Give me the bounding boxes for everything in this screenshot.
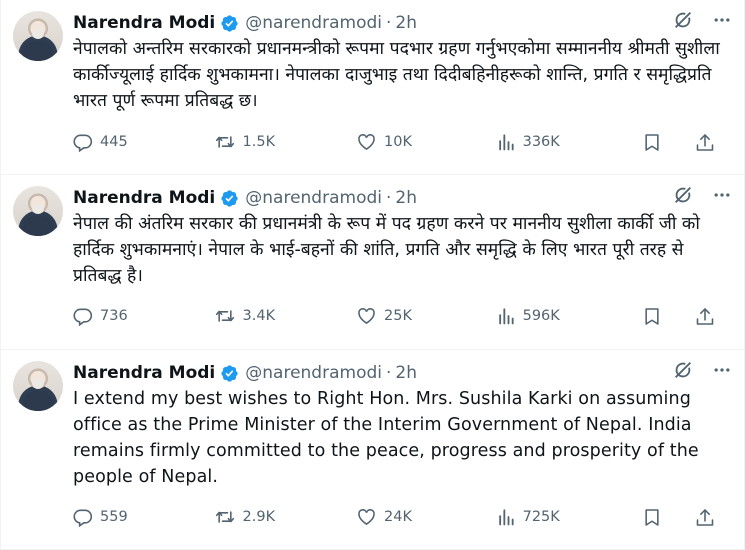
share-icon <box>696 307 714 325</box>
tweet-actions: 445 1.5K 10K 336K <box>73 130 722 154</box>
bookmark-button[interactable] <box>642 132 669 153</box>
more-icon[interactable] <box>712 10 732 30</box>
more-icon[interactable] <box>712 185 732 205</box>
bookmark-icon <box>645 133 659 151</box>
reply-button[interactable]: 445 <box>73 132 214 152</box>
repost-count: 3.4K <box>242 308 276 324</box>
repost-button[interactable]: 2.9K <box>214 507 357 527</box>
like-count: 25K <box>384 308 413 324</box>
view-count: 336K <box>522 134 560 150</box>
author-handle[interactable]: @narendramodi <box>245 363 382 383</box>
timestamp[interactable]: 2h <box>395 188 417 208</box>
verified-badge-icon <box>220 14 239 33</box>
bookmark-button[interactable] <box>642 306 669 327</box>
timestamp[interactable]: 2h <box>395 363 417 383</box>
view-count: 725K <box>522 509 560 525</box>
separator-dot: · <box>385 188 392 208</box>
tweet[interactable]: Narendra Modi @narendramodi · 2h नेपालको… <box>1 0 744 175</box>
repost-icon <box>215 310 234 322</box>
tweet-text: I extend my best wishes to Right Hon. Mr… <box>73 389 705 487</box>
tweet-actions: 736 3.4K 25K 596K <box>73 304 722 328</box>
author-handle[interactable]: @narendramodi <box>245 13 382 33</box>
reply-icon <box>73 509 93 527</box>
separator-dot: · <box>385 363 392 383</box>
bookmark-icon <box>645 508 659 526</box>
author-name[interactable]: Narendra Modi <box>73 188 215 208</box>
view-count: 596K <box>522 308 560 324</box>
tweet[interactable]: Narendra Modi @narendramodi · 2h नेपाल क… <box>1 175 744 350</box>
more-icon[interactable] <box>712 360 732 380</box>
repost-icon <box>215 511 234 523</box>
share-icon <box>696 508 714 526</box>
author-name[interactable]: Narendra Modi <box>73 363 215 383</box>
like-icon <box>358 308 375 325</box>
views-icon <box>498 134 514 151</box>
share-button[interactable] <box>695 306 722 327</box>
tweet-actions: 559 2.9K 24K 725K <box>73 505 722 529</box>
share-button[interactable] <box>695 132 722 153</box>
repost-button[interactable]: 1.5K <box>214 132 357 152</box>
views-icon <box>498 308 514 325</box>
separator-dot: · <box>385 13 392 33</box>
timeline: Narendra Modi @narendramodi · 2h नेपालको… <box>0 0 745 550</box>
like-icon <box>358 509 375 526</box>
bookmark-button[interactable] <box>642 507 669 528</box>
like-icon <box>358 134 375 151</box>
reply-icon <box>73 134 93 152</box>
reply-button[interactable]: 736 <box>73 306 214 326</box>
views-button[interactable]: 596K <box>496 306 642 326</box>
repost-button[interactable]: 3.4K <box>214 306 357 326</box>
like-count: 24K <box>384 509 413 525</box>
avatar[interactable] <box>13 186 63 236</box>
share-icon <box>696 133 714 151</box>
tweet[interactable]: Narendra Modi @narendramodi · 2h I exten… <box>1 350 744 550</box>
like-button[interactable]: 24K <box>356 507 496 527</box>
repost-count: 2.9K <box>242 509 276 525</box>
views-button[interactable]: 336K <box>496 132 642 152</box>
author-name[interactable]: Narendra Modi <box>73 13 215 33</box>
grok-icon[interactable] <box>672 359 694 381</box>
tweet-header: Narendra Modi @narendramodi · 2h <box>73 186 732 210</box>
views-icon <box>498 509 514 526</box>
reply-count: 736 <box>100 308 128 324</box>
reply-icon <box>73 308 93 326</box>
like-button[interactable]: 10K <box>356 132 496 152</box>
tweet-header: Narendra Modi @narendramodi · 2h <box>73 11 732 35</box>
reply-button[interactable]: 559 <box>73 507 214 527</box>
tweet-text: नेपाल की अंतरिम सरकार की प्रधानमंत्री के… <box>73 214 706 286</box>
like-button[interactable]: 25K <box>356 306 496 326</box>
grok-icon[interactable] <box>672 9 694 31</box>
avatar[interactable] <box>13 361 63 411</box>
tweet-text: नेपालको अन्तरिम सरकारको प्रधानमन्त्रीको … <box>73 39 726 111</box>
verified-badge-icon <box>220 364 239 383</box>
verified-badge-icon <box>220 189 239 208</box>
reply-count: 445 <box>100 134 128 150</box>
author-handle[interactable]: @narendramodi <box>245 188 382 208</box>
share-button[interactable] <box>695 507 722 528</box>
reply-count: 559 <box>100 509 128 525</box>
views-button[interactable]: 725K <box>496 507 642 527</box>
bookmark-icon <box>645 307 659 325</box>
repost-icon <box>215 136 234 148</box>
like-count: 10K <box>384 134 413 150</box>
grok-icon[interactable] <box>672 184 694 206</box>
tweet-header: Narendra Modi @narendramodi · 2h <box>73 361 732 385</box>
timestamp[interactable]: 2h <box>395 13 417 33</box>
avatar[interactable] <box>13 11 63 61</box>
repost-count: 1.5K <box>242 134 276 150</box>
